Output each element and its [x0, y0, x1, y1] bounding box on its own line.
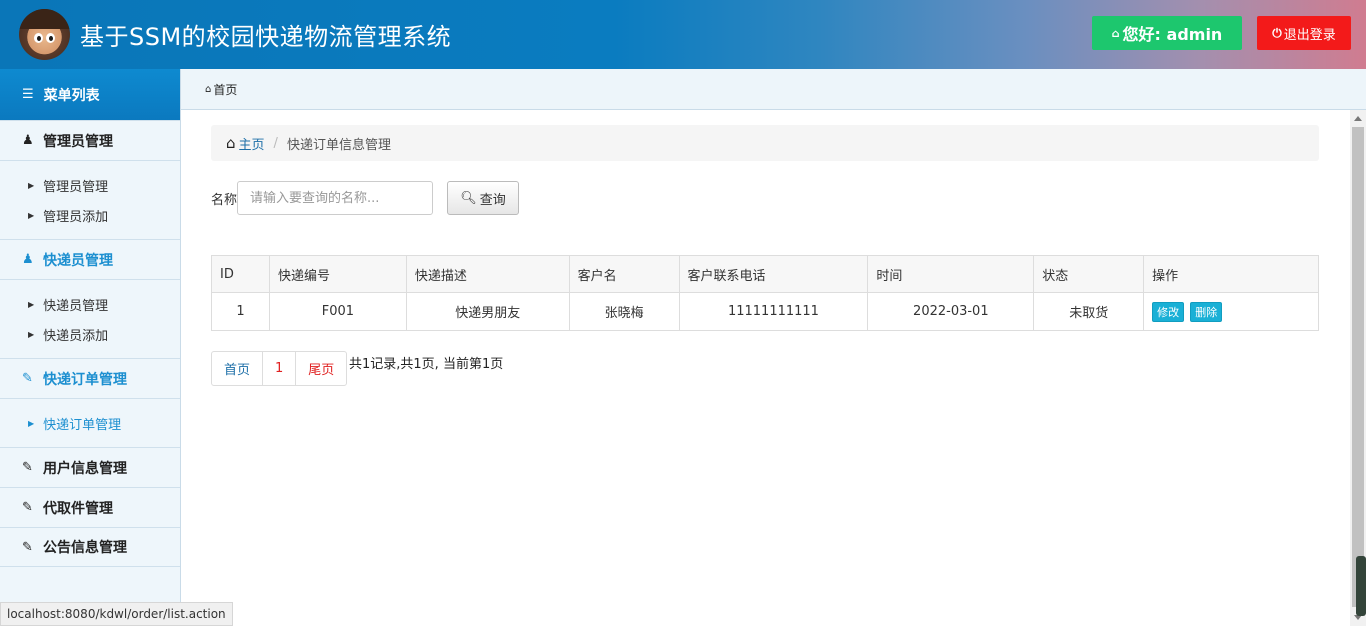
search-button-label: 查询: [479, 192, 506, 208]
search-button[interactable]: 🔍︎ 查询: [447, 181, 520, 215]
edit-icon: ✎: [22, 371, 33, 386]
cell-customer: 张晓梅: [568, 292, 680, 331]
sidebar-group-label: 快递订单管理: [43, 371, 127, 388]
column-header: 快递描述: [405, 255, 570, 293]
breadcrumb-home-label: 主页: [238, 137, 265, 153]
caret-right-icon: ▶: [28, 329, 35, 339]
sidebar-group-label: 用户信息管理: [43, 460, 127, 477]
cell-id: 1: [211, 292, 270, 331]
search-icon: 🔍︎: [460, 190, 477, 206]
sidebar-item-label: 管理员管理: [43, 179, 109, 195]
top-crumb-strip: ⌂ 首页: [181, 69, 1366, 110]
caret-right-icon: ▶: [28, 418, 35, 428]
column-header: 客户联系电话: [678, 255, 869, 293]
sidebar-group-label: 代取件管理: [43, 500, 113, 517]
sidebar-group-courier[interactable]: ♟ 快递员管理: [0, 239, 180, 279]
user-icon: ♟: [22, 133, 34, 148]
breadcrumb-current: 快递订单信息管理: [286, 137, 391, 153]
column-header: 状态: [1033, 255, 1145, 293]
delete-button[interactable]: 删除: [1190, 301, 1223, 322]
orders-table: ID 快递编号 快递描述 客户名 客户联系电话 时间 状态 操作 1 F001 …: [211, 255, 1319, 331]
search-label: 名称: [211, 192, 238, 208]
cell-time: 2022-03-01: [867, 292, 1035, 331]
cell-status: 未取货: [1033, 292, 1145, 331]
breadcrumb-home-link[interactable]: ⌂ 主页: [226, 134, 265, 153]
breadcrumb-separator: /: [273, 135, 278, 151]
vertical-scrollbar[interactable]: [1350, 110, 1366, 626]
logout-button[interactable]: ⏻ 退出登录: [1257, 16, 1351, 50]
sidebar-group-notices[interactable]: ✎ 公告信息管理: [0, 527, 180, 567]
app-title: 基于SSM的校园快递物流管理系统: [80, 23, 452, 51]
sidebar-group-label: 管理员管理: [43, 133, 113, 150]
pager-info: 共1记录,共1页, 当前第1页: [349, 357, 504, 372]
table-header-row: ID 快递编号 快递描述 客户名 客户联系电话 时间 状态 操作: [211, 255, 1319, 293]
sidebar-group-label: 快递员管理: [43, 252, 113, 269]
logout-label: 退出登录: [1283, 27, 1336, 43]
top-crumb-label[interactable]: 首页: [213, 81, 237, 98]
user-icon: ♟: [22, 252, 34, 267]
pager-page[interactable]: 1: [263, 352, 297, 385]
sidebar-group-pickup[interactable]: ✎ 代取件管理: [0, 487, 180, 527]
cell-actions: 修改 删除: [1143, 292, 1319, 331]
column-header: 客户名: [568, 255, 680, 293]
breadcrumb: ⌂ 主页 / 快递订单信息管理: [211, 125, 1319, 161]
edit-icon: ✎: [22, 460, 33, 475]
pager-last[interactable]: 尾页: [296, 352, 346, 385]
sidebar-group-label: 公告信息管理: [43, 540, 127, 556]
caret-right-icon: ▶: [28, 180, 35, 190]
sidebar-item-admin-manage[interactable]: ▶ 管理员管理: [0, 170, 180, 200]
home-icon: ⌂: [1111, 26, 1120, 40]
list-icon: ☰: [22, 87, 34, 102]
top-header: 基于SSM的校园快递物流管理系统 ⌂ 您好: admin ⏻ 退出登录: [0, 0, 1366, 69]
sidebar-item-courier-add[interactable]: ▶ 快递员添加: [0, 319, 180, 349]
cell-desc: 快递男朋友: [405, 292, 570, 331]
scrollbar-thumb[interactable]: [1352, 127, 1364, 607]
sidebar-group-admin[interactable]: ♟ 管理员管理: [0, 120, 180, 160]
menu-heading: ☰ 菜单列表: [0, 69, 180, 120]
search-input[interactable]: [237, 181, 434, 215]
sidebar-item-label: 快递员添加: [43, 328, 109, 344]
greeting-text: 您好: admin: [1122, 25, 1223, 44]
status-bar-url: localhost:8080/kdwl/order/list.action: [0, 602, 233, 626]
greeting-badge: ⌂ 您好: admin: [1092, 16, 1242, 50]
edit-icon: ✎: [22, 539, 33, 555]
main-content: ⌂ 主页 / 快递订单信息管理 名称 🔍︎ 查询 ID 快递编号 快递描述 客户…: [181, 110, 1350, 626]
search-form: 名称 🔍︎ 查询: [211, 181, 520, 215]
pagination: 首页 1 尾页: [211, 351, 348, 386]
pager-first[interactable]: 首页: [212, 352, 264, 385]
column-header: 操作: [1143, 255, 1319, 293]
table-row: 1 F001 快递男朋友 张晓梅 11111111111 2022-03-01 …: [211, 292, 1319, 331]
sidebar-item-label: 快递订单管理: [43, 417, 122, 433]
caret-right-icon: ▶: [28, 299, 35, 309]
cell-phone: 11111111111: [678, 292, 869, 331]
sidebar-item-label: 快递员管理: [43, 298, 109, 314]
power-icon: ⏻: [1272, 25, 1282, 40]
column-header: 时间: [867, 255, 1035, 293]
side-gauge-widget: [1356, 556, 1366, 616]
caret-right-icon: ▶: [28, 210, 35, 220]
column-header: 快递编号: [268, 255, 407, 293]
logo-avatar: [19, 9, 70, 60]
sidebar-item-courier-manage[interactable]: ▶ 快递员管理: [0, 289, 180, 319]
column-header: ID: [211, 255, 270, 293]
sidebar-item-label: 管理员添加: [43, 209, 109, 225]
edit-button[interactable]: 修改: [1152, 301, 1185, 322]
sidebar-item-orders-manage[interactable]: ▶ 快递订单管理: [0, 408, 180, 438]
cell-code: F001: [268, 292, 407, 331]
sidebar-group-users[interactable]: ✎ 用户信息管理: [0, 447, 180, 487]
sidebar-item-admin-add[interactable]: ▶ 管理员添加: [0, 200, 180, 230]
edit-icon: ✎: [22, 500, 33, 515]
menu-heading-label: 菜单列表: [43, 87, 100, 104]
sidebar-group-orders[interactable]: ✎ 快递订单管理: [0, 358, 180, 398]
home-icon: ⌂: [226, 134, 236, 152]
scroll-up-icon[interactable]: [1354, 116, 1362, 121]
home-icon: ⌂: [205, 83, 212, 95]
sidebar: ☰ 菜单列表 ♟ 管理员管理 ▶ 管理员管理 ▶ 管理员添加 ♟ 快递员管理 ▶ 快递…: [0, 69, 181, 626]
